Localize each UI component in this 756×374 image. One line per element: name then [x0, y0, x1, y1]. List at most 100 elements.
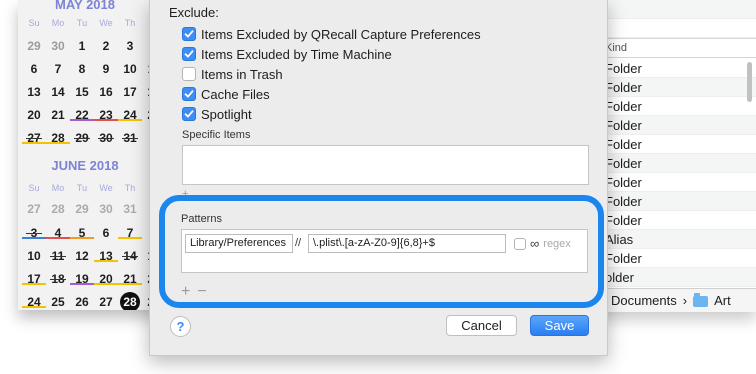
- calendar-day[interactable]: 6: [94, 222, 118, 245]
- calendar-day-number: 20: [27, 108, 41, 122]
- calendar-day[interactable]: 28: [46, 198, 70, 221]
- checkbox-checked[interactable]: [182, 47, 196, 61]
- finder-row[interactable]: Folder: [597, 192, 756, 211]
- calendar-day[interactable]: 20: [22, 104, 46, 127]
- specific-items-list[interactable]: [182, 145, 589, 185]
- calendar-day[interactable]: 10: [118, 58, 142, 81]
- calendar-day[interactable]: 18: [46, 268, 70, 291]
- option-spotlight[interactable]: Spotlight: [182, 104, 252, 124]
- calendar-day[interactable]: 20: [94, 268, 118, 291]
- regex-checkbox[interactable]: [514, 237, 526, 250]
- finder-row[interactable]: older: [597, 268, 756, 287]
- cancel-button[interactable]: Cancel: [446, 315, 517, 336]
- calendar-day[interactable]: 27: [22, 127, 46, 150]
- calendar-day[interactable]: 11: [46, 245, 70, 268]
- calendar-day[interactable]: 30: [94, 198, 118, 221]
- calendar-day[interactable]: 7: [46, 58, 70, 81]
- strike-line: [122, 256, 138, 257]
- finder-row[interactable]: Folder: [597, 116, 756, 135]
- help-button[interactable]: ?: [170, 316, 191, 337]
- calendar-day[interactable]: 27: [94, 291, 118, 310]
- calendar-day[interactable]: 25: [46, 291, 70, 310]
- option-time-machine[interactable]: Items Excluded by Time Machine: [182, 44, 392, 64]
- calendar-day[interactable]: 12: [70, 245, 94, 268]
- event-marker: [94, 260, 118, 262]
- calendar-day[interactable]: 1: [70, 35, 94, 58]
- calendar-day[interactable]: 23: [94, 104, 118, 127]
- strike-line: [26, 138, 42, 139]
- option-qrecall-capture[interactable]: Items Excluded by QRecall Capture Prefer…: [182, 24, 481, 44]
- calendar-day[interactable]: 29: [22, 35, 46, 58]
- calendar-day[interactable]: 10: [22, 245, 46, 268]
- kind-column-header[interactable]: Kind: [597, 38, 756, 58]
- calendar-day[interactable]: 17: [118, 81, 142, 104]
- calendar-day[interactable]: 26: [70, 291, 94, 310]
- path-item-art[interactable]: Art: [714, 293, 731, 308]
- calendar-day[interactable]: 16: [94, 81, 118, 104]
- calendar-day-number: 25: [51, 295, 65, 309]
- event-marker: [22, 142, 46, 144]
- calendar-day[interactable]: 14: [118, 245, 142, 268]
- regex-option[interactable]: ∞ regex: [514, 236, 571, 251]
- finder-row[interactable]: Alias: [597, 230, 756, 249]
- checkbox-checked[interactable]: [182, 27, 196, 41]
- calendar-day[interactable]: 8: [70, 58, 94, 81]
- event-marker: [22, 283, 46, 285]
- calendar-day[interactable]: 29: [70, 198, 94, 221]
- calendar-day[interactable]: 21: [118, 268, 142, 291]
- calendar-day[interactable]: 13: [22, 81, 46, 104]
- checkbox-checked[interactable]: [182, 87, 196, 101]
- finder-row[interactable]: Folder: [597, 78, 756, 97]
- option-cache-files[interactable]: Cache Files: [182, 84, 270, 104]
- calendar-day[interactable]: 30: [46, 35, 70, 58]
- checkbox-checked[interactable]: [182, 107, 196, 121]
- calendar-day[interactable]: 21: [46, 104, 70, 127]
- save-button[interactable]: Save: [530, 315, 589, 336]
- remove-pattern-button[interactable]: −: [197, 283, 206, 301]
- calendar-day[interactable]: 3: [118, 35, 142, 58]
- calendar-day[interactable]: 13: [94, 245, 118, 268]
- finder-row[interactable]: Folder: [597, 173, 756, 192]
- calendar-day[interactable]: 19: [70, 268, 94, 291]
- calendar-day[interactable]: 30: [94, 127, 118, 150]
- option-items-in-trash[interactable]: Items in Trash: [182, 64, 283, 84]
- calendar-month-title: JUNE 2018: [51, 158, 119, 173]
- add-pattern-button[interactable]: +: [181, 283, 190, 301]
- calendar-day[interactable]: 9: [94, 58, 118, 81]
- pattern-add-remove: + −: [181, 283, 207, 301]
- calendar-day[interactable]: 14: [46, 81, 70, 104]
- calendar-day[interactable]: 7: [118, 222, 142, 245]
- pattern-path-field[interactable]: Library/Preferences: [185, 234, 293, 253]
- finder-row[interactable]: Folder: [597, 211, 756, 230]
- path-item-documents[interactable]: Documents: [611, 293, 677, 308]
- finder-row[interactable]: Folder: [597, 154, 756, 173]
- finder-row[interactable]: Folder: [597, 135, 756, 154]
- calendar-day[interactable]: 22: [70, 104, 94, 127]
- finder-row[interactable]: Folder: [597, 97, 756, 116]
- event-marker: [70, 283, 94, 285]
- calendar-day[interactable]: 31: [118, 198, 142, 221]
- calendar-week: 20 21 22 23 24 25 26: [22, 104, 161, 127]
- calendar-day[interactable]: 17: [22, 268, 46, 291]
- checkbox-unchecked[interactable]: [182, 67, 196, 81]
- finder-row[interactable]: Folder: [597, 59, 756, 78]
- calendar-day[interactable]: 24: [22, 291, 46, 310]
- calendar-day[interactable]: 29: [70, 127, 94, 150]
- calendar-day[interactable]: 2: [94, 35, 118, 58]
- patterns-highlight: Patterns Library/Preferences // \.plist\…: [159, 195, 604, 308]
- pattern-expression-field[interactable]: \.plist\.[a-zA-Z0-9]{6,8}+$: [308, 234, 506, 253]
- calendar-day-today[interactable]: 28: [118, 291, 142, 310]
- calendar-day[interactable]: 3: [22, 222, 46, 245]
- calendar-day[interactable]: 27: [22, 198, 46, 221]
- calendar-window: MAY 2018 Su Mo Tu We Th Fr Sa 29 30 1 2 …: [18, 0, 162, 310]
- calendar-day[interactable]: 6: [22, 58, 46, 81]
- calendar-week: 24 25 26 27 28 29 30: [22, 291, 161, 310]
- calendar-day[interactable]: 15: [70, 81, 94, 104]
- calendar-day[interactable]: 31: [118, 127, 142, 150]
- finder-row[interactable]: Folder: [597, 249, 756, 268]
- calendar-day[interactable]: 28: [46, 127, 70, 150]
- calendar-day[interactable]: 5: [70, 222, 94, 245]
- calendar-day[interactable]: 4: [46, 222, 70, 245]
- finder-scrollbar[interactable]: [747, 62, 752, 102]
- calendar-day[interactable]: 24: [118, 104, 142, 127]
